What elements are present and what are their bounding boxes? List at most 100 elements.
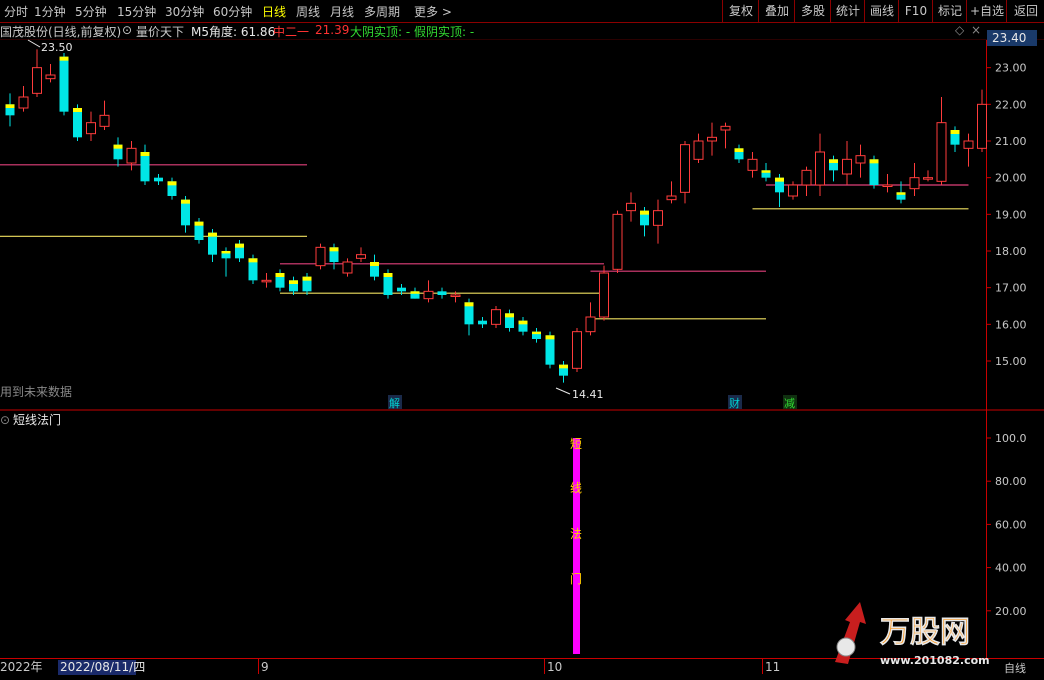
- candle-top-mark: [829, 159, 838, 163]
- candle-body-up: [693, 140, 704, 160]
- date-axis: 2022年 2022/08/11/四 9 10 11: [0, 659, 780, 675]
- candle-top-mark: [775, 177, 784, 182]
- overlay-button[interactable]: 叠加: [758, 0, 795, 22]
- sub-indicator-panel: ⊙ 短线法门 100.0 80.00 60.00 40.00 20.00 短 线 法 门…: [0, 412, 1027, 675]
- sub-tick-label: 80.00: [995, 475, 1027, 488]
- candle-top-mark: [235, 243, 244, 248]
- candle-body-up: [977, 103, 987, 149]
- candlestick-series: [5, 49, 987, 383]
- sub-vertical-char-1: 短: [570, 437, 582, 451]
- candle-top-mark: [113, 144, 123, 149]
- candle-top-mark: [761, 170, 771, 173]
- period-tab-monthly[interactable]: 月线: [330, 3, 354, 20]
- candle-body-up: [855, 155, 866, 164]
- sub-vertical-char-4: 门: [570, 571, 582, 586]
- candle-top-mark: [302, 276, 312, 281]
- candle-body-up: [45, 74, 56, 80]
- chart-area[interactable]: 23.00 22.00 21.00 20.00 19.00 18.00 17.00 16.00…: [0, 22, 1044, 680]
- marker-finance[interactable]: 财: [729, 396, 740, 410]
- marker-reduce[interactable]: 减: [784, 397, 795, 410]
- candle-body-up: [315, 246, 326, 267]
- price-tick-label: 23.00: [995, 62, 1027, 75]
- price-tick-label: 15.00: [995, 355, 1027, 368]
- period-tab-weekly[interactable]: 周线: [296, 3, 320, 20]
- candle-body-up: [99, 114, 110, 127]
- candle-top-mark: [545, 335, 555, 340]
- period-toolbar: 分时 1分钟 5分钟 15分钟 30分钟 60分钟 日线 周线 月线 多周期 更…: [0, 0, 1044, 23]
- candle-body-up: [788, 184, 798, 197]
- watermark-url: www.201082.com: [880, 654, 990, 667]
- marker-unlock[interactable]: 解: [389, 396, 400, 410]
- candle-body-up: [666, 195, 677, 201]
- draw-line-button[interactable]: 画线: [864, 0, 899, 22]
- price-tick-label: 20.00: [995, 172, 1027, 185]
- sub-tick-label: 60.00: [995, 518, 1027, 531]
- price-axis: 23.00 22.00 21.00 20.00 19.00 18.00 17.00 16.00…: [986, 30, 1037, 368]
- watermark-ball-icon: [836, 637, 856, 657]
- sub-tick-label: 100.0: [995, 432, 1027, 445]
- candle-top-mark: [464, 302, 474, 307]
- candle-body-up: [491, 309, 501, 325]
- current-price-label: 23.40: [992, 31, 1026, 45]
- candle-body-down: [59, 56, 69, 112]
- mark-button[interactable]: 标记: [932, 0, 967, 22]
- period-tab-30min[interactable]: 30分钟: [165, 3, 204, 20]
- candle-top-mark: [370, 262, 379, 266]
- month-label-sep: 9: [261, 660, 269, 674]
- candle-top-mark: [248, 258, 258, 263]
- f10-button[interactable]: F10: [898, 0, 933, 22]
- candle-top-mark: [208, 232, 217, 237]
- candle-top-mark: [275, 273, 285, 277]
- candle-body-down: [140, 152, 150, 182]
- period-tab-daily[interactable]: 日线: [262, 3, 286, 20]
- price-tick-label: 16.00: [995, 318, 1027, 331]
- candle-top-mark: [950, 130, 960, 134]
- candle-body-up: [18, 96, 29, 109]
- candle-body-up: [801, 169, 812, 186]
- candle-body-up: [261, 279, 272, 283]
- period-tab-15min[interactable]: 15分钟: [117, 3, 156, 20]
- candle-body-down: [478, 320, 487, 325]
- sub-vertical-char-2: 线: [570, 481, 582, 495]
- sub-indicator-title[interactable]: 短线法门: [13, 412, 61, 427]
- multi-stock-button[interactable]: 多股: [794, 0, 831, 22]
- back-button[interactable]: 返回: [1006, 0, 1044, 22]
- add-watchlist-button[interactable]: +自选: [966, 0, 1007, 22]
- period-tab-1min[interactable]: 1分钟: [34, 3, 66, 20]
- candle-body-up: [356, 254, 366, 259]
- candle-top-mark: [559, 364, 568, 369]
- adjust-button[interactable]: 复权: [722, 0, 759, 22]
- candle-top-mark: [73, 108, 82, 112]
- sub-signal-bar: [573, 438, 580, 654]
- sub-toggle-icon[interactable]: ⊙: [0, 413, 10, 427]
- period-tab-5min[interactable]: 5分钟: [75, 3, 107, 20]
- candle-body-down: [545, 335, 555, 365]
- candle-top-mark: [221, 251, 231, 254]
- period-tab-multi[interactable]: 多周期: [364, 3, 400, 20]
- candle-body-up: [842, 158, 852, 175]
- candle-body-up: [909, 177, 920, 190]
- candle-body-up: [707, 136, 717, 142]
- month-label-oct: 10: [547, 660, 562, 674]
- year-label: 2022年: [0, 660, 43, 674]
- candle-body-up: [32, 67, 42, 94]
- statistics-button[interactable]: 统计: [830, 0, 865, 22]
- cursor-date-label: 2022/08/11/四: [60, 660, 145, 674]
- candle-body-up: [450, 294, 461, 297]
- period-tab-more[interactable]: 更多 >: [414, 3, 452, 20]
- candle-body-down: [437, 291, 447, 295]
- price-tick-label: 21.00: [995, 135, 1027, 148]
- candle-body-up: [423, 290, 434, 300]
- period-tab-timeshare[interactable]: 分时: [4, 3, 28, 20]
- candle-body-up: [572, 331, 582, 369]
- candle-body-up: [936, 122, 947, 182]
- period-tab-60min[interactable]: 60分钟: [213, 3, 252, 20]
- candle-body-up: [653, 210, 663, 226]
- price-tick-label: 17.00: [995, 282, 1027, 295]
- low-price-label: 14.41: [572, 388, 604, 401]
- watermark: 万股网 www.201082.com: [835, 602, 990, 667]
- candle-top-mark: [532, 331, 541, 335]
- price-tick-label: 22.00: [995, 98, 1027, 111]
- sub-vertical-char-3: 法: [570, 527, 582, 541]
- sub-tick-label: 40.00: [995, 562, 1027, 575]
